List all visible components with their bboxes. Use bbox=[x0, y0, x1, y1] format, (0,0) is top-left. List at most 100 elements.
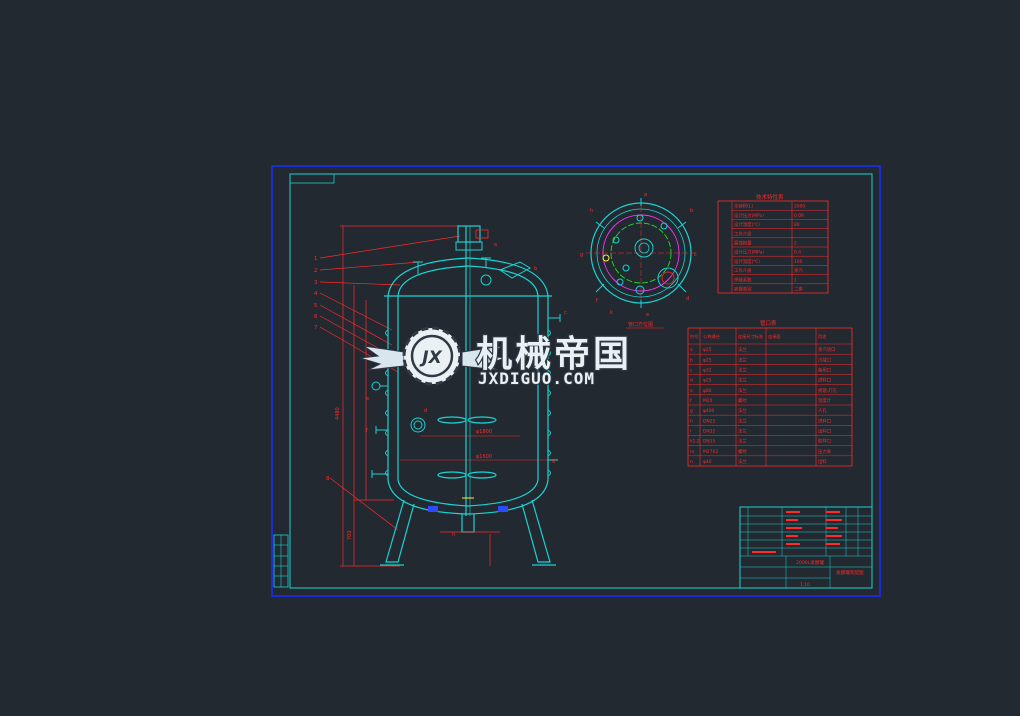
callout-5: 5 bbox=[314, 303, 318, 309]
nozzle-tag-h: h bbox=[452, 532, 455, 538]
watermark: JX 机械帝国 JXDIGUO.COM bbox=[359, 326, 630, 389]
spec-cell: 1 bbox=[794, 277, 797, 283]
nozzle-cell: M20 bbox=[703, 398, 713, 404]
nozzle-cell: φ32 bbox=[703, 368, 712, 374]
watermark-subtitle: JXDIGUO.COM bbox=[478, 369, 595, 388]
spec-cell: 焊缝系数 bbox=[734, 276, 752, 283]
spec-cell: 2000 bbox=[794, 204, 805, 210]
spec-cell: 容器类别 bbox=[734, 286, 752, 293]
nozzle-cell: M27X2 bbox=[703, 449, 718, 455]
vessel-bottom-head bbox=[387, 479, 549, 515]
plan-tag-g: g bbox=[580, 252, 583, 258]
part-callouts: 1 2 3 4 5 6 7 8 bbox=[314, 256, 330, 482]
nozzle-cell: 法兰 bbox=[738, 346, 747, 353]
callout-8: 8 bbox=[326, 476, 330, 482]
nozzle-cell: DN32 bbox=[703, 429, 715, 435]
dim-label-inner: φ1600 bbox=[476, 454, 492, 460]
title-drawing-name: 发酵罐装配图 bbox=[836, 569, 864, 576]
nozzle-cell: 视镜,灯孔 bbox=[818, 387, 838, 394]
title-block: 2000L发酵罐 发酵罐装配图 1:10 bbox=[739, 506, 873, 589]
nozzle-table: 管口表 符号 公称通径 连接尺寸标准 连接面 用途 a φ25 法兰 蒸汽进口b φ25 法兰 冷凝… bbox=[687, 319, 853, 467]
nozzle-tag-e: e bbox=[366, 396, 369, 402]
nozzle-cell: 螺纹 bbox=[738, 448, 747, 455]
cad-drawing-canvas: 4480 700 φ1800 φ1600 1 2 3 4 5 6 7 8 a b… bbox=[271, 165, 881, 597]
nozzle-cell: a bbox=[690, 348, 693, 353]
impellers bbox=[437, 416, 497, 479]
nozzle-tag-g: g bbox=[552, 458, 555, 464]
nozzle-table-title: 管口表 bbox=[760, 319, 777, 327]
nozzle-cell: φ40 bbox=[703, 459, 712, 465]
nozzle-cell: b bbox=[690, 357, 693, 363]
nozzle-cell: 法兰 bbox=[738, 356, 747, 363]
spec-table: 技术特性表 全容积(L) 2000 设计压力(MPa) 0.09 设计温度(℃) 80 工作… bbox=[717, 193, 829, 294]
nozzle-cell: 压力表 bbox=[818, 448, 832, 455]
title-product: 2000L发酵罐 bbox=[796, 559, 824, 566]
nozzle-cell: 蒸汽进口 bbox=[818, 346, 836, 353]
nozzle-tag-c: c bbox=[564, 310, 567, 316]
nozzle-header-cell: 连接尺寸标准 bbox=[738, 333, 763, 340]
nozzle-tag-f: f bbox=[366, 428, 368, 434]
spec-cell: 2 bbox=[794, 241, 797, 247]
plan-tag-d: d bbox=[686, 296, 689, 302]
callout-3: 3 bbox=[314, 280, 318, 286]
spec-cell: 80 bbox=[794, 222, 800, 228]
callout-1: 1 bbox=[314, 256, 318, 262]
nozzle-cell: 备用口 bbox=[818, 367, 831, 374]
nozzle-cell: φ25 bbox=[703, 378, 712, 384]
nozzle-header-cell: 连接面 bbox=[768, 333, 781, 340]
nozzle-cell: 法兰 bbox=[738, 407, 747, 414]
nozzle-cell: d bbox=[690, 378, 693, 384]
spec-cell: 工作介质 bbox=[734, 230, 752, 237]
nozzle-cell: m bbox=[690, 450, 694, 455]
vessel-legs bbox=[380, 499, 556, 566]
spec-cell: 设计温度(℃) bbox=[734, 221, 760, 228]
spec-cell: 工作介质 bbox=[734, 267, 752, 274]
nozzle-cell: φ80 bbox=[703, 388, 712, 394]
nozzle-cell: φ400 bbox=[703, 408, 714, 414]
spec-cell: 设计温度(℃) bbox=[734, 258, 760, 265]
nozzle-tag-b: b bbox=[534, 266, 537, 272]
callout-6: 6 bbox=[314, 314, 318, 320]
title-scale: 1:10 bbox=[800, 582, 810, 588]
plan-tag-f: f bbox=[596, 298, 598, 304]
callout-4: 4 bbox=[314, 291, 318, 297]
nozzle-header-cell: 用途 bbox=[818, 333, 827, 340]
nozzle-cell: 法兰 bbox=[738, 438, 747, 445]
callout-2: 2 bbox=[314, 268, 318, 274]
nozzle-cell: 法兰 bbox=[738, 458, 747, 465]
nozzle-cell: 法兰 bbox=[738, 428, 747, 435]
nozzle-cell: 法兰 bbox=[738, 417, 747, 424]
spec-cell: 二类 bbox=[794, 286, 803, 293]
motor-drive bbox=[457, 225, 481, 243]
nozzle-tag-a: a bbox=[494, 242, 497, 248]
nozzle-cell: 法兰 bbox=[738, 367, 747, 374]
callout-7: 7 bbox=[314, 325, 318, 331]
nozzle-cell: 螺纹 bbox=[738, 397, 747, 404]
spec-cell: 设计压力(MPa) bbox=[734, 249, 764, 256]
nozzle-tag-d: d bbox=[424, 408, 427, 414]
nozzle-cell: 取样口 bbox=[818, 438, 831, 445]
nozzle-cell: φ25 bbox=[703, 357, 712, 363]
nozzle-header-cell: 符号 bbox=[690, 333, 698, 340]
plan-tag-c: c bbox=[694, 252, 697, 258]
nozzle-cell: c bbox=[690, 369, 693, 374]
plan-tag-k: k bbox=[610, 310, 613, 316]
nozzle-cell: 冷凝口 bbox=[818, 356, 831, 363]
nozzle-cell: 温度计 bbox=[818, 397, 832, 404]
nozzle-cell: i bbox=[690, 429, 691, 435]
spec-cell: 全容积(L) bbox=[734, 203, 753, 210]
nozzle-cell: 进料口 bbox=[818, 417, 831, 424]
spec-cell: 蒸汽 bbox=[794, 267, 803, 274]
nozzle-cell: 人孔 bbox=[818, 407, 827, 414]
spec-table-title: 技术特性表 bbox=[756, 193, 784, 201]
nozzle-cell: 出料口 bbox=[818, 428, 831, 435]
nozzle-cell: f bbox=[690, 398, 692, 404]
nozzle-cell: φ25 bbox=[703, 347, 712, 353]
dim-label-shell: φ1800 bbox=[476, 429, 492, 435]
dim-label-total: 4480 bbox=[335, 407, 341, 420]
plan-tag-h: h bbox=[590, 208, 593, 214]
plan-tag-b: b bbox=[690, 208, 693, 214]
spec-cell: 腐蚀裕量 bbox=[734, 240, 752, 247]
vessel-top-head bbox=[387, 257, 549, 297]
nozzle-cell: DN25 bbox=[703, 418, 715, 424]
